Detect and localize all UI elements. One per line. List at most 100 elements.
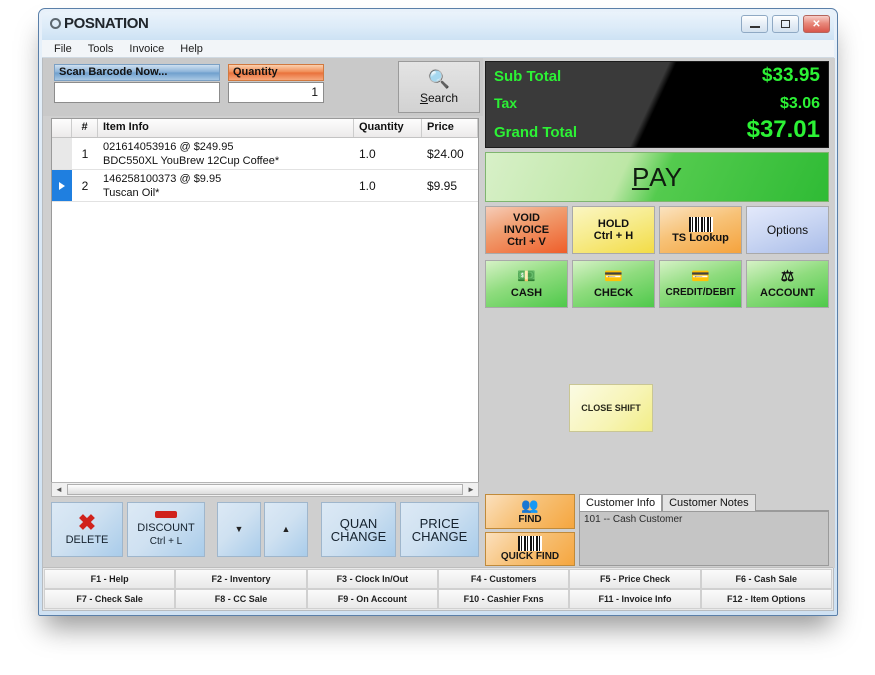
discount-button-label: DISCOUNT (137, 522, 195, 534)
row-quantity: 1.0 (359, 178, 376, 193)
find-button[interactable]: 👥 FIND (485, 494, 575, 529)
cash-icon: 💵 (517, 268, 536, 285)
search-button-label: Search (419, 90, 459, 105)
fkey-f5[interactable]: F5 - Price Check (569, 569, 701, 589)
items-grid[interactable]: # Item Info Quantity Price 1 02161405391… (51, 118, 479, 488)
fkey-f8[interactable]: F8 - CC Sale (175, 589, 307, 609)
credit-debit-button[interactable]: 💳 CREDIT/DEBIT (659, 260, 742, 308)
row-selector[interactable] (52, 138, 72, 169)
check-button[interactable]: 💳 CHECK (572, 260, 655, 308)
tab-customer-notes[interactable]: Customer Notes (662, 494, 756, 511)
fkey-f12[interactable]: F12 - Item Options (700, 589, 832, 609)
delete-icon: ✖ (77, 510, 97, 535)
hold-shortcut: Ctrl + H (593, 230, 634, 242)
delete-button[interactable]: ✖ DELETE (51, 502, 123, 557)
find-buttons-column: 👥 FIND QUICK FIND (485, 494, 575, 566)
menu-item-tools[interactable]: Tools (81, 42, 121, 56)
customer-tabs: Customer Info Customer Notes (579, 494, 829, 511)
check-icon: 💳 (604, 268, 623, 285)
find-label: FIND (518, 513, 542, 525)
fkey-f9[interactable]: F9 - On Account (306, 589, 438, 609)
row-quantity: 1.0 (359, 146, 376, 161)
table-row[interactable]: 1 021614053916 @ $249.95 BDC550XL YouBre… (52, 138, 478, 170)
delete-button-label: DELETE (65, 534, 109, 546)
fkey-f2[interactable]: F2 - Inventory (175, 569, 307, 589)
app-title: POSNATION (64, 15, 149, 32)
scroll-left-icon[interactable]: ◄ (52, 485, 66, 494)
quick-find-button[interactable]: QUICK FIND (485, 531, 575, 566)
fkey-f1[interactable]: F1 - Help (44, 569, 176, 589)
tab-filler (755, 494, 829, 511)
row-item-info: 146258100373 @ $9.95 Tuscan Oil* (98, 172, 354, 200)
tax-value: $3.06 (779, 95, 820, 112)
row-item-info: 021614053916 @ $249.95 BDC550XL YouBrew … (98, 140, 354, 168)
account-label: ACCOUNT (760, 287, 815, 299)
discount-shortcut: Ctrl + L (149, 536, 183, 547)
grand-total-label: Grand Total (494, 124, 578, 141)
grid-col-number: # (72, 119, 98, 137)
tab-customer-info[interactable]: Customer Info (579, 494, 663, 511)
quan-change-line1: QUAN (339, 515, 378, 531)
scrollbar-thumb[interactable] (67, 484, 463, 495)
customer-area: 👥 FIND QUICK FIND Customer Info Customer… (485, 494, 829, 566)
app-logo: POSNATION (50, 15, 149, 32)
scales-icon: ⚖ (780, 268, 795, 285)
scan-toolbar: Scan Barcode Now... Quantity 1 🔍 Search (43, 58, 483, 116)
fkey-f6[interactable]: F6 - Cash Sale (700, 569, 832, 589)
application-window: POSNATION ✕ File Tools Invoice Help Scan… (38, 8, 838, 616)
row-item-line2: BDC550XL YouBrew 12Cup Coffee* (103, 154, 280, 167)
search-button[interactable]: 🔍 Search (398, 61, 480, 113)
discount-icon (155, 511, 177, 518)
grand-total-value: $37.01 (746, 116, 820, 143)
grid-horizontal-scrollbar[interactable]: ◄ ► (51, 482, 479, 497)
quan-change-button[interactable]: QUAN CHANGE (321, 502, 396, 557)
grid-col-quantity: Quantity (354, 119, 422, 137)
fkey-f10[interactable]: F10 - Cashier Fxns (437, 589, 570, 609)
discount-button[interactable]: DISCOUNT Ctrl + L (127, 502, 205, 557)
scroll-down-button[interactable]: ▼ (217, 502, 261, 557)
window-controls: ✕ (741, 15, 830, 33)
minimize-icon (749, 26, 760, 28)
subtotal-label: Sub Total (494, 68, 562, 85)
fkey-f4[interactable]: F4 - Customers (437, 569, 570, 589)
row-pointer-icon (59, 181, 65, 190)
row-item-line1: 146258100373 @ $9.95 (103, 172, 222, 185)
scan-barcode-input[interactable] (54, 82, 220, 103)
barcode-icon (688, 216, 713, 232)
minimize-button[interactable] (741, 15, 768, 33)
hold-button[interactable]: HOLD Ctrl + H (572, 206, 655, 254)
row-selector[interactable] (52, 170, 72, 201)
subtotal-row: Sub Total $33.95 (486, 65, 828, 87)
scan-barcode-label: Scan Barcode Now... (54, 64, 220, 81)
pay-button[interactable]: P AY (485, 152, 829, 202)
fkey-f7[interactable]: F7 - Check Sale (44, 589, 176, 609)
table-row[interactable]: 2 146258100373 @ $9.95 Tuscan Oil* 1.0 $… (52, 170, 478, 202)
void-line2: INVOICE (503, 224, 550, 236)
totals-display: Sub Total $33.95 Tax $3.06 Grand Total $… (485, 61, 829, 148)
ts-lookup-button[interactable]: TS Lookup (659, 206, 742, 254)
maximize-button[interactable] (772, 15, 799, 33)
title-bar: POSNATION ✕ (42, 12, 834, 40)
scroll-right-icon[interactable]: ► (464, 485, 478, 494)
credit-debit-label: CREDIT/DEBIT (665, 287, 736, 298)
price-change-button[interactable]: PRICE CHANGE (400, 502, 479, 557)
quantity-input[interactable]: 1 (228, 82, 324, 103)
scroll-up-button[interactable]: ▲ (264, 502, 308, 557)
search-icon: 🔍 (427, 68, 451, 89)
close-button[interactable]: ✕ (803, 15, 830, 33)
search-label-rest: earch (427, 90, 459, 105)
grid-col-price: Price (422, 119, 478, 137)
subtotal-value: $33.95 (761, 65, 820, 86)
menu-item-file[interactable]: File (47, 42, 79, 56)
menu-item-help[interactable]: Help (173, 42, 210, 56)
cash-button[interactable]: 💵 CASH (485, 260, 568, 308)
options-button[interactable]: Options (746, 206, 829, 254)
tax-row: Tax $3.06 (486, 95, 828, 113)
quan-change-line2: CHANGE (330, 528, 387, 544)
fkey-f3[interactable]: F3 - Clock In/Out (306, 569, 438, 589)
fkey-f11[interactable]: F11 - Invoice Info (569, 589, 701, 609)
close-shift-button[interactable]: CLOSE SHIFT (569, 384, 653, 432)
void-invoice-button[interactable]: VOID INVOICE Ctrl + V (485, 206, 568, 254)
menu-item-invoice[interactable]: Invoice (122, 42, 171, 56)
account-button[interactable]: ⚖ ACCOUNT (746, 260, 829, 308)
